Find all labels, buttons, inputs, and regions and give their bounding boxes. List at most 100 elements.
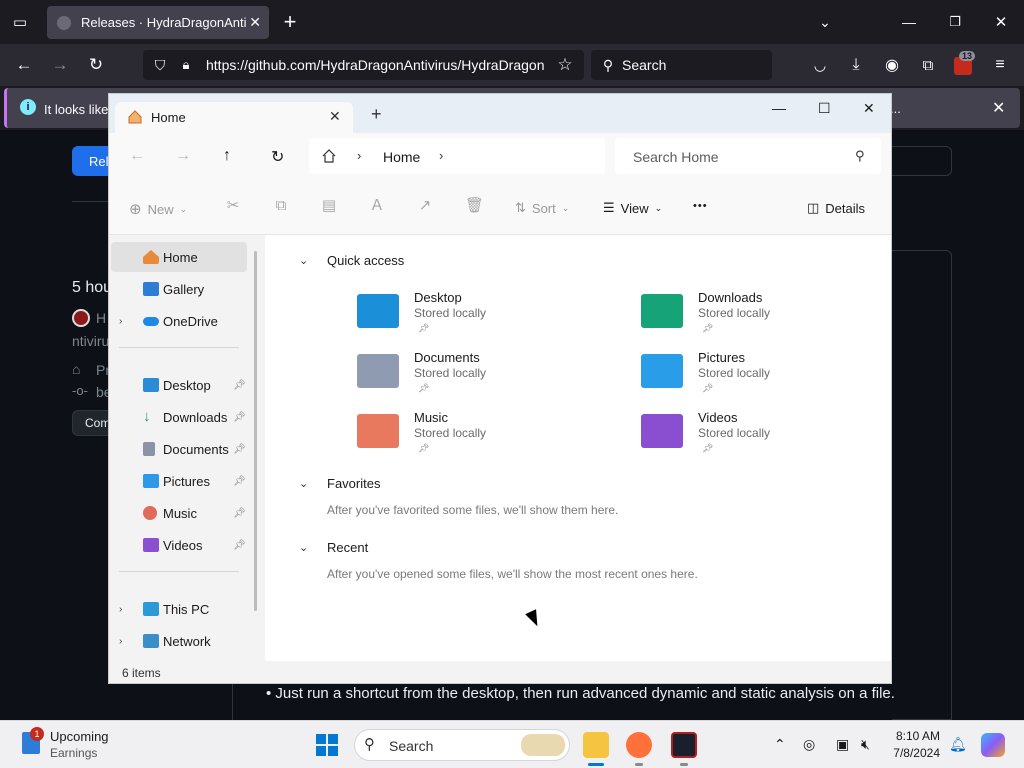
nav-item-documents[interactable]: Documents 📌︎ bbox=[111, 434, 247, 464]
quick-access-item-music[interactable]: Music Stored locally 📌︎ bbox=[357, 410, 617, 466]
sort-button[interactable]: ⇅ Sort ⌄ bbox=[515, 200, 569, 216]
up-icon[interactable]: ↑ bbox=[223, 147, 231, 165]
minimize-icon[interactable]: — bbox=[772, 100, 786, 116]
pocket-icon[interactable]: ◡ bbox=[810, 55, 830, 75]
pin-icon[interactable]: 📌︎ bbox=[233, 540, 246, 551]
nav-item-music[interactable]: Music 📌︎ bbox=[111, 498, 247, 528]
browser-search-box[interactable]: Search bbox=[591, 50, 772, 80]
volume-mute-icon[interactable]: 🔇︎ bbox=[861, 736, 870, 753]
extensions-icon[interactable]: ⧉ bbox=[918, 55, 938, 75]
chevron-down-icon[interactable]: ⌄ bbox=[299, 541, 308, 554]
author-link[interactable]: H bbox=[96, 310, 106, 326]
chevron-right-icon[interactable]: › bbox=[119, 636, 122, 647]
nav-item-this-pc[interactable]: › This PC bbox=[111, 594, 247, 624]
forward-icon[interactable]: → bbox=[50, 55, 70, 75]
new-explorer-tab-button[interactable]: + bbox=[371, 105, 382, 123]
copy-icon[interactable]: ⧉ bbox=[273, 198, 289, 214]
hydradragon-taskbar-icon[interactable] bbox=[671, 732, 697, 758]
back-icon[interactable]: ← bbox=[14, 55, 34, 75]
chevron-right-icon[interactable]: › bbox=[119, 604, 122, 615]
quick-access-item-videos[interactable]: Videos Stored locally 📌︎ bbox=[641, 410, 901, 466]
back-icon[interactable]: ← bbox=[129, 147, 145, 165]
quick-access-item-pictures[interactable]: Pictures Stored locally 📌︎ bbox=[641, 350, 901, 406]
chevron-right-icon[interactable]: › bbox=[357, 148, 361, 163]
nav-item-network[interactable]: › Network bbox=[111, 626, 247, 656]
reload-icon[interactable]: ↻ bbox=[86, 55, 106, 75]
network-offline-icon[interactable]: ◎ bbox=[803, 736, 815, 753]
explorer-search-input[interactable]: Search Home ⚲ bbox=[615, 138, 881, 174]
firefox-taskbar-icon[interactable] bbox=[626, 732, 652, 758]
pin-icon[interactable]: 📌︎ bbox=[233, 508, 246, 519]
favorites-header[interactable]: Favorites bbox=[327, 476, 380, 491]
nav-item-pictures[interactable]: Pictures 📌︎ bbox=[111, 466, 247, 496]
close-tab-icon[interactable]: ✕ bbox=[249, 14, 261, 31]
minimize-browser-icon[interactable]: — bbox=[899, 12, 919, 32]
breadcrumb-home[interactable]: Home bbox=[383, 149, 420, 165]
refresh-icon[interactable]: ↻ bbox=[271, 147, 284, 167]
author-avatar-icon[interactable] bbox=[72, 309, 90, 327]
cut-icon[interactable]: ✂ bbox=[225, 198, 241, 214]
releases-button[interactable]: Rel bbox=[72, 146, 112, 176]
see-more-button[interactable]: ••• bbox=[693, 200, 708, 212]
close-window-icon[interactable]: ✕ bbox=[863, 100, 875, 117]
quick-access-item-downloads[interactable]: Downloads Stored locally 📌︎ bbox=[641, 290, 901, 346]
chevron-right-icon[interactable]: › bbox=[439, 148, 443, 163]
explorer-tab-home[interactable]: Home ✕ bbox=[115, 102, 353, 133]
nav-item-desktop[interactable]: Desktop 📌︎ bbox=[111, 370, 247, 400]
paste-icon[interactable]: ▤ bbox=[321, 198, 337, 214]
maximize-icon[interactable]: ☐ bbox=[818, 100, 831, 117]
github-search-field[interactable] bbox=[890, 146, 952, 176]
file-explorer-taskbar-icon[interactable] bbox=[583, 732, 609, 758]
pin-icon[interactable]: 📌︎ bbox=[233, 380, 246, 391]
share-icon[interactable]: ↗ bbox=[417, 198, 433, 214]
chevron-right-icon[interactable]: › bbox=[119, 316, 122, 327]
taskbar-search-box[interactable]: ⚲ Search bbox=[354, 729, 570, 761]
browser-tab[interactable]: Releases · HydraDragonAntivirus ✕ bbox=[47, 6, 269, 39]
downloads-toolbar-icon[interactable]: ⤓ bbox=[846, 55, 866, 75]
close-explorer-tab-icon[interactable]: ✕ bbox=[329, 108, 341, 125]
chevron-down-icon[interactable]: ⌄ bbox=[299, 254, 308, 267]
new-tab-button[interactable]: + bbox=[280, 9, 300, 34]
chevron-down-icon[interactable]: ⌄ bbox=[299, 477, 308, 490]
app-menu-icon[interactable]: ≡ bbox=[990, 55, 1010, 75]
start-button[interactable] bbox=[316, 734, 338, 756]
list-all-tabs-icon[interactable]: ⌄ bbox=[815, 12, 835, 32]
account-icon[interactable]: ◉ bbox=[882, 55, 902, 75]
shield-icon[interactable]: ⛉ bbox=[150, 55, 170, 75]
recent-header[interactable]: Recent bbox=[327, 540, 368, 555]
url-text[interactable]: https://github.com/HydraDragonAntivirus/… bbox=[206, 57, 546, 73]
forward-icon[interactable]: → bbox=[175, 147, 191, 165]
lock-icon[interactable]: 🔒︎ bbox=[178, 55, 194, 75]
nav-item-gallery[interactable]: Gallery bbox=[111, 274, 247, 304]
pin-icon[interactable]: 📌︎ bbox=[233, 476, 246, 487]
nav-item-onedrive[interactable]: › OneDrive bbox=[111, 306, 247, 336]
address-bar[interactable]: › Home › bbox=[309, 138, 605, 174]
new-button[interactable]: ⊕ New ⌄ bbox=[129, 200, 187, 218]
nav-item-downloads[interactable]: ↓ Downloads 📌︎ bbox=[111, 402, 247, 432]
details-button[interactable]: ◫ Details bbox=[807, 200, 865, 216]
clock-date[interactable]: 7/8/2024 bbox=[890, 746, 940, 760]
notification-bell-icon[interactable]: 🔔︎ bbox=[949, 736, 967, 753]
delete-icon[interactable]: 🗑︎ bbox=[465, 198, 484, 214]
close-browser-icon[interactable]: ✕ bbox=[991, 12, 1011, 32]
widgets-subtitle[interactable]: Earnings bbox=[50, 746, 97, 760]
restore-browser-icon[interactable]: ❐ bbox=[945, 12, 965, 32]
nav-pane-scrollbar[interactable] bbox=[254, 251, 257, 611]
pin-icon[interactable]: 📌︎ bbox=[233, 412, 246, 423]
tab-list-icon[interactable]: ▭ bbox=[10, 12, 30, 32]
view-button[interactable]: ☰ View ⌄ bbox=[603, 200, 662, 216]
copilot-icon[interactable] bbox=[981, 733, 1005, 757]
clock-time[interactable]: 8:10 AM bbox=[895, 729, 940, 743]
bookmark-star-icon[interactable]: ☆ bbox=[555, 55, 575, 75]
notification-close-icon[interactable]: ✕ bbox=[992, 98, 1005, 118]
quick-access-item-documents[interactable]: Documents Stored locally 📌︎ bbox=[357, 350, 617, 406]
rename-icon[interactable]: Ａ bbox=[369, 198, 385, 214]
show-hidden-icons-icon[interactable]: ⌃ bbox=[774, 736, 786, 753]
quick-access-item-desktop[interactable]: Desktop Stored locally 📌︎ bbox=[357, 290, 617, 346]
display-icon[interactable]: ▣ bbox=[836, 736, 849, 753]
nav-item-videos[interactable]: Videos 📌︎ bbox=[111, 530, 247, 560]
pin-icon[interactable]: 📌︎ bbox=[233, 444, 246, 455]
widgets-title[interactable]: Upcoming bbox=[50, 729, 109, 744]
nav-item-home[interactable]: Home bbox=[111, 242, 247, 272]
quick-access-header[interactable]: Quick access bbox=[327, 253, 404, 268]
